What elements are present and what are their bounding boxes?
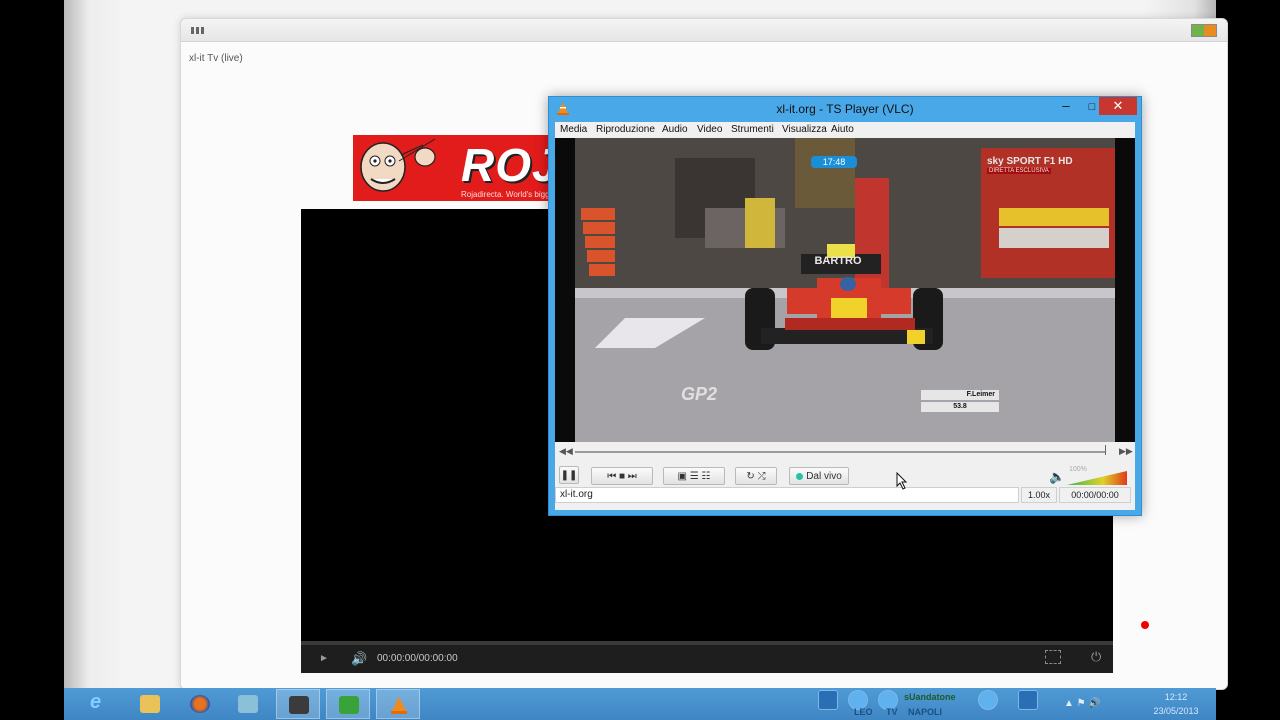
fullscreen-icon[interactable] <box>1045 650 1061 664</box>
menu-aiuto[interactable]: Aiuto <box>831 124 854 135</box>
vlc-taskbar-icon <box>389 696 409 714</box>
firefox-icon <box>190 695 210 713</box>
osd-clock: 17:48 <box>811 156 857 168</box>
vlc-player-window: xl-it.org - TS Player (VLC) – □ ✕ Media … <box>548 96 1142 516</box>
close-button[interactable]: ✕ <box>1099 97 1137 115</box>
tab-grip-icon[interactable] <box>191 25 207 34</box>
vlc-menu-bar: Media Riproduzione Audio Video Strumenti… <box>555 122 1135 138</box>
vlc-video-area[interactable]: BARTRO 17:48 sky SPORT F1 HD DIRETTA ESC… <box>555 138 1135 442</box>
loop-icon[interactable]: ↻ <box>746 471 754 482</box>
menu-video[interactable]: Video <box>697 124 722 135</box>
status-text: xl-it.org <box>555 487 1019 503</box>
equalizer-icon[interactable]: ☷ <box>702 471 711 482</box>
transport-button-group: ⏮ ■ ⏭ <box>591 467 653 485</box>
taskbar-app-1[interactable] <box>226 689 270 719</box>
menu-strumenti[interactable]: Strumenti <box>731 124 774 135</box>
extension-icon[interactable] <box>1191 24 1217 37</box>
shuffle-icon[interactable]: ⤮ <box>758 471 766 482</box>
next-icon[interactable]: ⏭ <box>628 471 637 482</box>
taskbar-app-2[interactable] <box>276 689 320 719</box>
live-label: Dal vivo <box>806 471 842 482</box>
seek-back-icon[interactable]: ◀◀ <box>559 446 573 457</box>
osd-gap-value: 53.8 <box>921 402 999 412</box>
taskbar-firefox[interactable] <box>178 689 222 719</box>
volume-icon[interactable]: 🔈 <box>1049 469 1065 485</box>
seek-forward-icon[interactable]: ▶▶ <box>1119 446 1133 457</box>
app-monitor-icon <box>289 696 309 714</box>
taskbar-vlc[interactable] <box>376 689 420 719</box>
power-icon[interactable]: ⏻ <box>1091 649 1101 665</box>
pause-button[interactable]: ❚❚ <box>559 466 579 484</box>
vlc-title-bar[interactable]: xl-it.org - TS Player (VLC) – □ ✕ <box>549 97 1141 121</box>
race-video-frame: BARTRO <box>555 138 1135 442</box>
embedded-time-display: 00:00:00/00:00:00 <box>377 653 458 664</box>
live-dot-icon <box>796 472 804 480</box>
tray-label-tv[interactable]: TV <box>886 707 898 717</box>
menu-visualizza[interactable]: Visualizza <box>782 124 827 135</box>
osd-channel-logo: sky SPORT F1 HD <box>987 156 1073 167</box>
volume-icon[interactable]: 🔊 <box>351 651 367 667</box>
taskbar-app-3[interactable] <box>326 689 370 719</box>
mascot-icon <box>360 138 436 192</box>
car-sign-text: BARTRO <box>814 255 861 267</box>
mouse-cursor-icon <box>896 472 908 490</box>
tray-label-napoli[interactable]: NAPOLI <box>908 707 942 717</box>
tray-down-icon[interactable] <box>1018 690 1038 710</box>
tray-label-leo[interactable]: LEO <box>854 707 873 717</box>
windows-taskbar: e sUandatone LEO TV NAPOLI ▲ ⚑ 🔊 12:12 2… <box>64 688 1216 720</box>
page-title: xl-it Tv (live) <box>189 53 243 64</box>
menu-media[interactable]: Media <box>560 124 587 135</box>
view-button-group: ▣ ☰ ☷ <box>663 467 725 485</box>
browser-tab-bar <box>181 19 1227 42</box>
play-icon[interactable]: ► <box>319 653 329 664</box>
vlc-controls-panel: ◀◀ ▶▶ ❚❚ ⏮ ■ ⏭ ▣ ☰ ☷ ↻ ⤮ Dal vivo 🔈 100%… <box>555 442 1135 510</box>
fullscreen-toggle-icon[interactable]: ▣ <box>678 471 687 482</box>
seek-end-marker <box>1105 445 1106 455</box>
time-display[interactable]: 00:00/00:00 <box>1059 487 1131 503</box>
gp2-series-logo: GP2 <box>681 384 718 404</box>
clock-date[interactable]: 23/05/2013 <box>1146 706 1206 716</box>
menu-audio[interactable]: Audio <box>662 124 688 135</box>
red-indicator-dot <box>1141 621 1149 629</box>
ie-icon: e <box>90 691 102 713</box>
menu-riproduzione[interactable]: Riproduzione <box>596 124 655 135</box>
embedded-player-controls: ► 🔊 00:00:00/00:00:00 ⏻ <box>301 641 1113 673</box>
system-tray-icons[interactable]: ▲ ⚑ 🔊 <box>1064 698 1101 709</box>
stop-icon[interactable]: ■ <box>619 471 625 482</box>
taskbar-internet-explorer[interactable]: e <box>78 689 122 719</box>
live-button[interactable]: Dal vivo <box>789 467 849 485</box>
playback-speed[interactable]: 1.00x <box>1021 487 1057 503</box>
volume-percent: 100% <box>1069 466 1087 473</box>
osd-channel-subtitle: DIRETTA ESCLUSIVA <box>987 168 1051 174</box>
loop-shuffle-group: ↻ ⤮ <box>735 467 777 485</box>
osd-driver-name: F.Leimer <box>921 390 999 400</box>
app-green-icon <box>339 696 359 714</box>
tray-label-sulandatone[interactable]: sUandatone <box>904 692 956 702</box>
pause-icon: ❚❚ <box>560 470 578 481</box>
seek-slider[interactable] <box>575 451 1105 453</box>
app-window-icon <box>238 695 258 713</box>
taskbar-file-explorer[interactable] <box>128 689 172 719</box>
tray-up-icon[interactable] <box>818 690 838 710</box>
playlist-icon[interactable]: ☰ <box>690 471 699 482</box>
previous-icon[interactable]: ⏮ <box>607 471 616 482</box>
minimize-button[interactable]: – <box>1053 97 1079 117</box>
clock-time[interactable]: 12:12 <box>1152 692 1200 702</box>
folder-icon <box>140 695 160 713</box>
tray-cat-icon[interactable] <box>978 690 998 710</box>
